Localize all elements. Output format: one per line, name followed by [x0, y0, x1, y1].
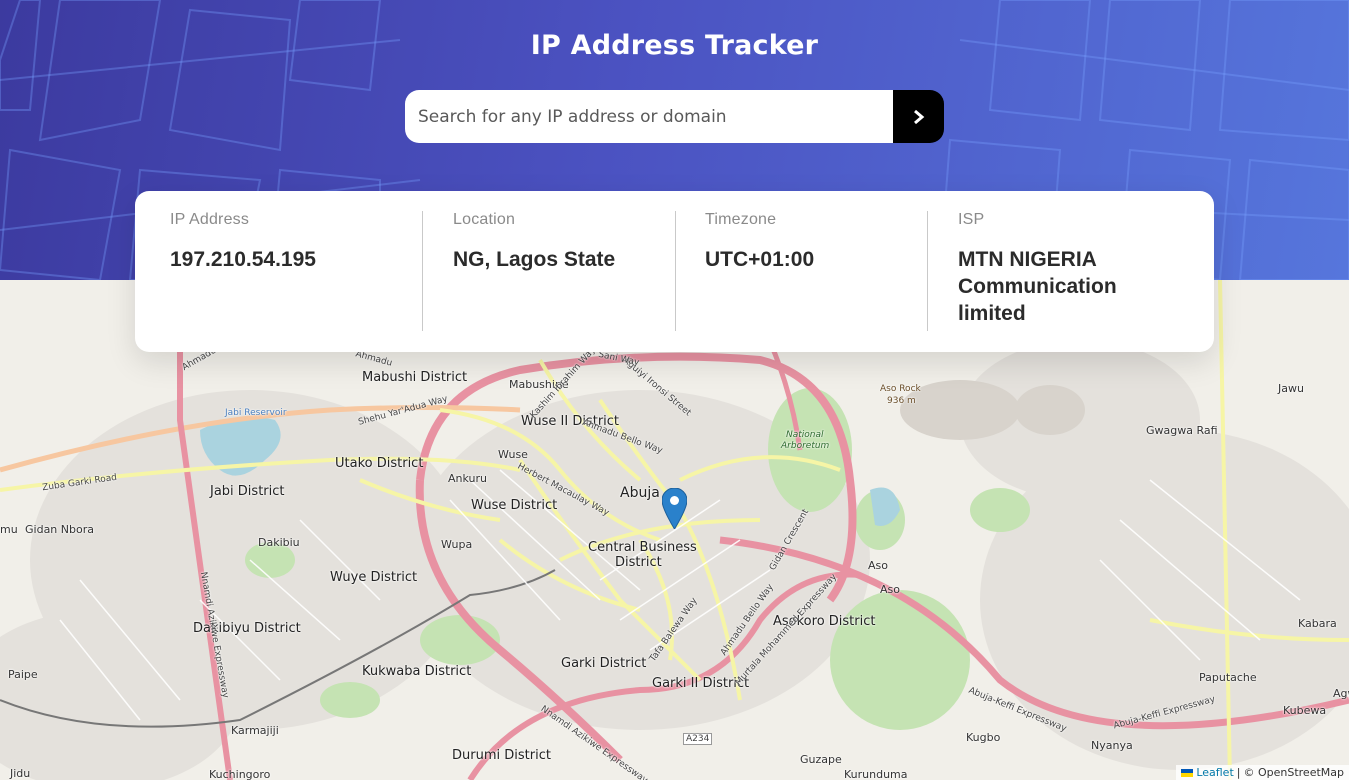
map-label: Jawu [1278, 382, 1304, 395]
map-label: Jidu [10, 767, 31, 780]
timezone-label: Timezone [705, 211, 777, 228]
chevron-right-icon [913, 109, 924, 124]
leaflet-link[interactable]: Leaflet [1196, 766, 1233, 779]
map-label: Kukwaba District [362, 664, 472, 679]
ukraine-flag-icon [1181, 768, 1194, 777]
map-label: Kurunduma [844, 768, 908, 780]
map-label: Utako District [335, 456, 424, 471]
isp-section: ISP MTN NIGERIA Communication limited [958, 191, 1158, 352]
map-label: National [786, 430, 824, 440]
timezone-value: UTC+01:00 [705, 248, 815, 271]
map-label: Karmajiji [231, 724, 279, 737]
map-label: Garki District [561, 656, 647, 671]
map-attribution: Leaflet | © OpenStreetMap [1176, 765, 1349, 780]
map-label: Aso Rock [880, 384, 921, 394]
attribution-separator: | [1236, 766, 1241, 779]
map-label: Kubewa [1283, 704, 1327, 717]
map-label: Paputache [1199, 671, 1257, 684]
map-label: Kabara [1298, 617, 1337, 630]
map-label: Jabi District [210, 484, 285, 499]
location-value: NG, Lagos State [453, 248, 616, 271]
map-label: Central Business [588, 540, 697, 555]
ip-address-label: IP Address [170, 211, 250, 228]
search-input[interactable] [405, 90, 893, 143]
map-label: Guzape [800, 753, 842, 766]
map-label: Kugbo [966, 731, 1001, 744]
location-label: Location [453, 211, 516, 228]
map-label: Ankuru [448, 472, 487, 485]
ip-address-section: IP Address 197.210.54.195 [170, 191, 410, 352]
map-label: Kuchingoro [209, 768, 271, 780]
ip-info-card: IP Address 197.210.54.195 Location NG, L… [135, 191, 1214, 352]
map-label: Wupa [441, 538, 473, 551]
ip-address-value: 197.210.54.195 [170, 248, 316, 271]
search-submit-button[interactable] [893, 90, 944, 143]
map-label: Abuja [620, 485, 660, 501]
map-label: Nyanya [1091, 739, 1133, 752]
map-label: Aso [880, 583, 900, 596]
map-label: District [615, 555, 662, 570]
divider [927, 211, 928, 331]
map-label: 936 m [887, 396, 916, 406]
map-label: mu [0, 523, 18, 536]
map-pin-icon[interactable] [662, 488, 687, 529]
map-label: Durumi District [452, 748, 551, 763]
map-label: Aso [868, 559, 888, 572]
map-label: Agw [1333, 687, 1349, 700]
map-label: Paipe [8, 668, 38, 681]
map-label: Mabushi District [362, 370, 468, 385]
map-label: Jabi Reservoir [225, 408, 287, 418]
timezone-section: Timezone UTC+01:00 [705, 191, 915, 352]
search-form [405, 90, 944, 143]
map-label: Gidan Nbora [25, 523, 94, 536]
isp-value: MTN NIGERIA Communication limited [958, 248, 1117, 325]
page-title: IP Address Tracker [530, 30, 819, 61]
divider [675, 211, 676, 331]
map-label: Wuse District [471, 498, 558, 513]
divider [422, 211, 423, 331]
map-label: Dakibiu [258, 536, 300, 549]
map-label: Wuye District [330, 570, 418, 585]
map-label: Arboretum [781, 441, 830, 451]
map-label: Wuse [498, 448, 528, 461]
map-view[interactable]: Mabushi District Mabushipe Wuse II Distr… [0, 280, 1349, 780]
osm-attribution: © OpenStreetMap [1243, 766, 1344, 779]
road-shield: A234 [683, 733, 713, 745]
map-label: Gwagwa Rafi [1146, 424, 1218, 437]
isp-label: ISP [958, 211, 985, 228]
location-section: Location NG, Lagos State [453, 191, 663, 352]
